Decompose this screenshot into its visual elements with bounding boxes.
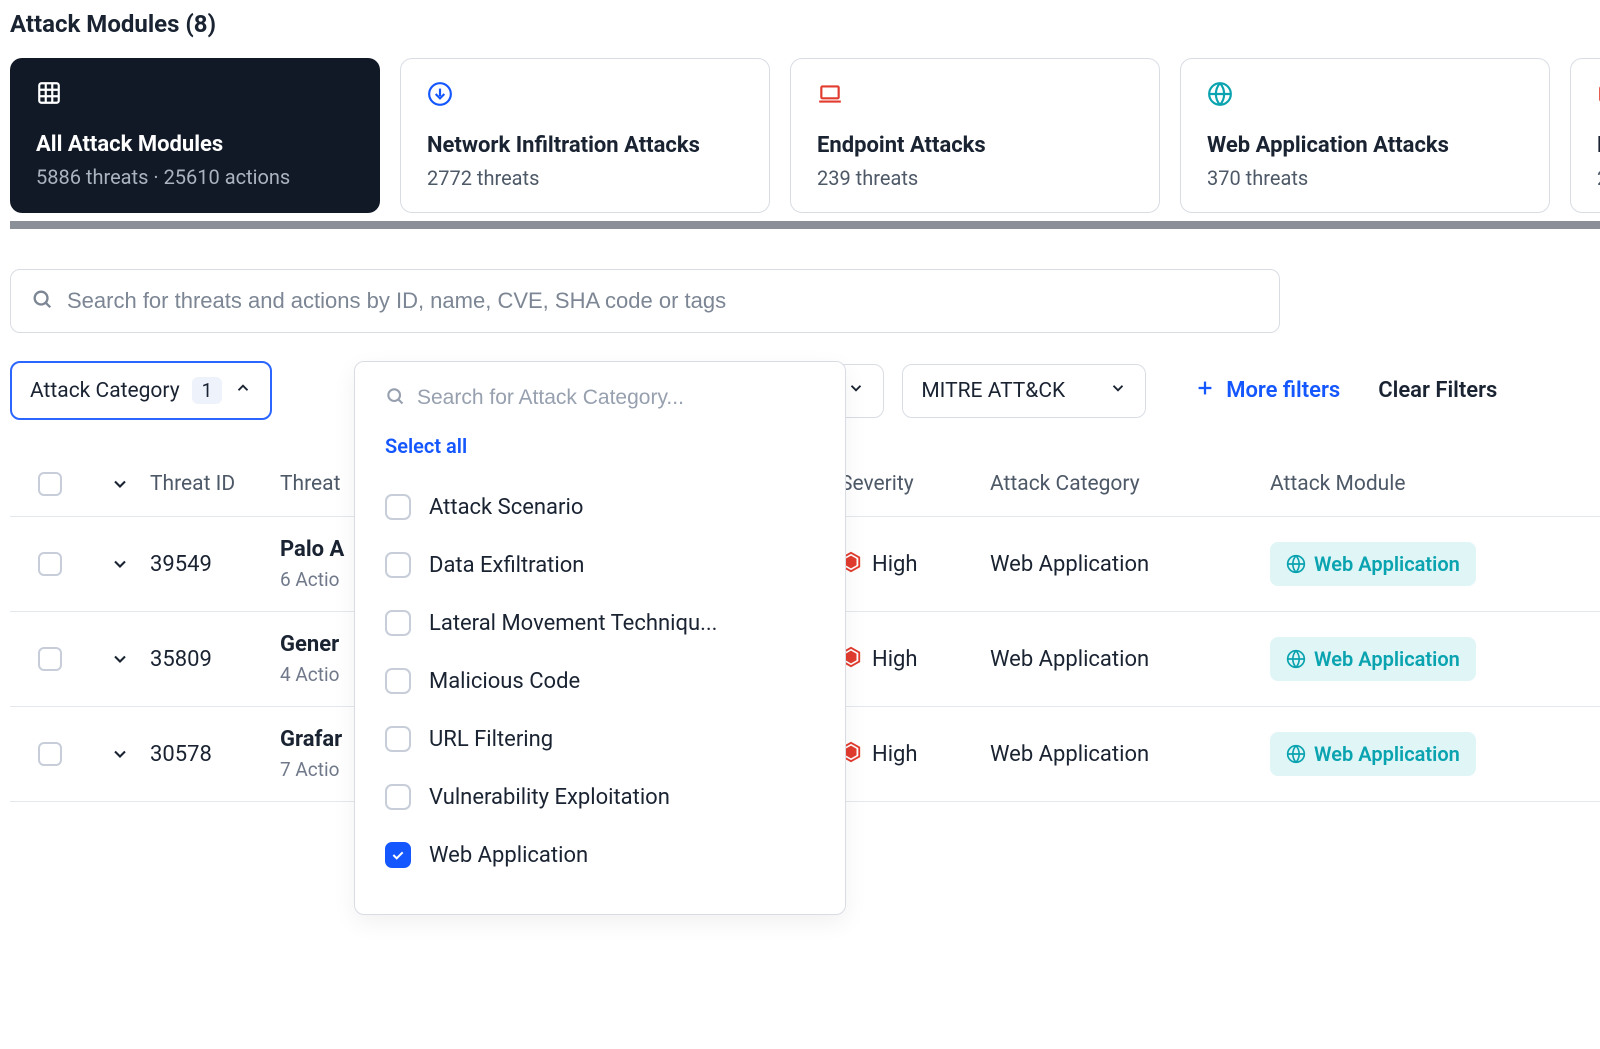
dropdown-item[interactable]: Attack Scenario <box>355 478 845 536</box>
category-text: Web Application <box>990 552 1149 577</box>
dropdown-item-label: Web Application <box>429 843 588 868</box>
page-title: Attack Modules (8) <box>10 10 1600 38</box>
module-card-subtitle: 2772 threats <box>427 166 743 190</box>
checkbox[interactable] <box>385 784 411 810</box>
severity-text: High <box>872 647 918 672</box>
dropdown-item-label: Lateral Movement Techniqu... <box>429 611 717 636</box>
module-card-subtitle: 5886 threats · 25610 actions <box>36 165 354 189</box>
chevron-up-icon <box>234 379 252 403</box>
grid-icon <box>36 80 62 106</box>
module-badge: Web Application <box>1270 732 1476 776</box>
checkbox[interactable] <box>385 610 411 636</box>
filters-row: Attack Category 1 Select all Attack Scen… <box>10 361 1600 420</box>
search-icon <box>385 386 405 410</box>
expand-row-icon[interactable] <box>90 649 150 669</box>
more-filters-link[interactable]: More filters <box>1194 377 1340 405</box>
threat-id: 30578 <box>150 742 280 767</box>
checkbox[interactable] <box>385 552 411 578</box>
severity-text: High <box>872 742 918 767</box>
col-module[interactable]: Attack Module <box>1270 472 1570 496</box>
module-card-title: Web Application Attacks <box>1207 133 1523 158</box>
checkbox[interactable] <box>385 668 411 694</box>
module-card-title: Endpoint Attacks <box>817 133 1133 158</box>
module-card-all[interactable]: All Attack Modules 5886 threats · 25610 … <box>10 58 380 213</box>
dropdown-search-input[interactable] <box>417 386 815 410</box>
threat-id: 35809 <box>150 647 280 672</box>
module-card-title: All Attack Modules <box>36 132 354 157</box>
chevron-down-icon[interactable] <box>90 474 150 494</box>
col-threat-id[interactable]: Threat ID <box>150 472 280 496</box>
more-filters-label: More filters <box>1226 378 1340 403</box>
download-icon <box>427 81 453 107</box>
select-all-link[interactable]: Select all <box>355 424 845 478</box>
module-card-endpoint[interactable]: Endpoint Attacks 239 threats <box>790 58 1160 213</box>
dropdown-item-label: URL Filtering <box>429 727 553 752</box>
plus-icon <box>1194 377 1216 405</box>
dropdown-item[interactable]: Web Application <box>355 826 845 884</box>
col-severity[interactable]: Severity <box>840 472 990 496</box>
checkbox[interactable] <box>385 494 411 520</box>
search-input[interactable] <box>67 288 1259 314</box>
dropdown-item[interactable]: Lateral Movement Techniqu... <box>355 594 845 652</box>
module-badge: Web Application <box>1270 542 1476 586</box>
chevron-down-icon <box>1109 379 1127 403</box>
dropdown-item-label: Malicious Code <box>429 669 580 694</box>
module-card-subtitle: 370 threats <box>1207 166 1523 190</box>
dropdown-item-label: Attack Scenario <box>429 495 583 520</box>
dropdown-search[interactable] <box>355 382 845 424</box>
module-cards-row: All Attack Modules 5886 threats · 25610 … <box>10 58 1600 229</box>
expand-row-icon[interactable] <box>90 744 150 764</box>
filter-label: Attack Category <box>30 379 180 403</box>
module-card-title: Network Infiltration Attacks <box>427 133 743 158</box>
category-text: Web Application <box>990 742 1149 767</box>
search-icon <box>31 288 53 314</box>
row-checkbox[interactable] <box>38 742 62 766</box>
row-checkbox[interactable] <box>38 647 62 671</box>
module-card-network[interactable]: Network Infiltration Attacks 2772 threat… <box>400 58 770 213</box>
dropdown-item[interactable]: Data Exfiltration <box>355 536 845 594</box>
laptop-icon <box>817 81 843 107</box>
module-card-subtitle: 239 threats <box>817 166 1133 190</box>
category-text: Web Application <box>990 647 1149 672</box>
filter-attack-category[interactable]: Attack Category 1 <box>10 361 272 420</box>
chevron-down-icon <box>847 379 865 403</box>
filter-mitre[interactable]: MITRE ATT&CK <box>902 364 1146 418</box>
checkbox[interactable] <box>385 842 411 868</box>
row-checkbox[interactable] <box>38 552 62 576</box>
dropdown-item[interactable]: URL Filtering <box>355 710 845 768</box>
module-card-email[interactable]: E-ma 2409 <box>1570 58 1600 213</box>
globe-icon <box>1207 81 1233 107</box>
threat-id: 39549 <box>150 552 280 577</box>
search-bar[interactable] <box>10 269 1280 333</box>
module-badge: Web Application <box>1270 637 1476 681</box>
select-all-checkbox[interactable] <box>38 472 62 496</box>
severity-text: High <box>872 552 918 577</box>
dropdown-item-label: Vulnerability Exploitation <box>429 785 670 810</box>
dropdown-item[interactable]: Vulnerability Exploitation <box>355 768 845 826</box>
checkbox[interactable] <box>385 726 411 752</box>
dropdown-item-label: Data Exfiltration <box>429 553 584 578</box>
filter-label: MITRE ATT&CK <box>921 379 1065 403</box>
clear-filters-link[interactable]: Clear Filters <box>1378 378 1497 403</box>
filter-count-badge: 1 <box>192 377 223 404</box>
expand-row-icon[interactable] <box>90 554 150 574</box>
col-category[interactable]: Attack Category <box>990 472 1270 496</box>
dropdown-item[interactable]: Malicious Code <box>355 652 845 710</box>
module-card-webapp[interactable]: Web Application Attacks 370 threats <box>1180 58 1550 213</box>
attack-category-dropdown: Select all Attack Scenario Data Exfiltra… <box>354 361 846 915</box>
